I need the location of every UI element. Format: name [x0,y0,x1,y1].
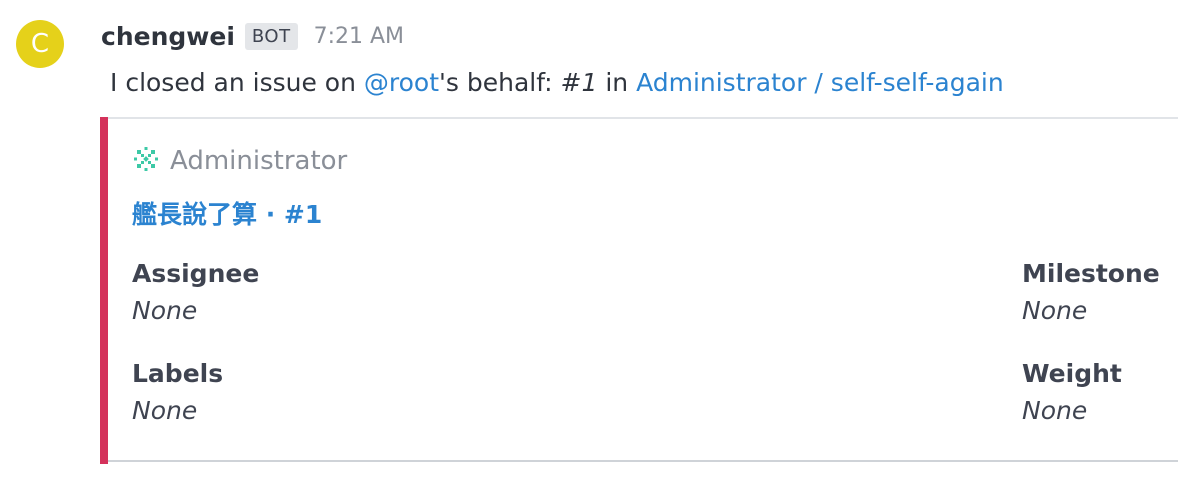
message-text-in: in [597,68,637,97]
field-label: Milestone [1022,259,1160,288]
message-text-prefix: I closed an issue on [110,68,364,97]
field-weight: Weight None [1022,359,1122,425]
message-header: chengwei BOT 7:21 AM [101,22,404,51]
field-labels: Labels None [132,359,223,425]
user-avatar[interactable]: C [16,20,64,68]
field-assignee: Assignee None [132,259,259,325]
message-text-middle: 's behalf: [439,68,561,97]
field-label: Weight [1022,359,1122,388]
message-time[interactable]: 7:21 AM [314,24,404,49]
field-label: Labels [132,359,224,388]
field-value: None [132,296,198,325]
message-body: I closed an issue on @root's behalf: #1 … [110,68,1004,97]
field-value: None [132,396,198,425]
project-link[interactable]: Administrator / self-self-again [636,68,1004,97]
field-value: None [1022,396,1088,425]
message-attachment: Administrator 艦長說了算 · #1 Assignee None M… [100,117,1178,464]
issue-ref: #1 [560,68,598,97]
username[interactable]: chengwei [101,22,235,51]
bot-badge: BOT [244,23,298,50]
gitlab-snowflake-icon [132,145,170,177]
attachment-color-bar [100,117,108,464]
mention-link[interactable]: @root [364,68,439,97]
attachment-title-link[interactable]: 艦長說了算 · #1 [132,195,322,231]
attachment-author-name[interactable]: Administrator [170,146,347,176]
chat-message: C chengwei BOT 7:21 AM I closed an issue… [0,0,1178,482]
attachment-author: Administrator [132,145,347,177]
field-milestone: Milestone None [1022,259,1160,325]
field-value: None [1022,296,1088,325]
field-label: Assignee [132,259,260,288]
avatar-letter: C [30,29,50,59]
